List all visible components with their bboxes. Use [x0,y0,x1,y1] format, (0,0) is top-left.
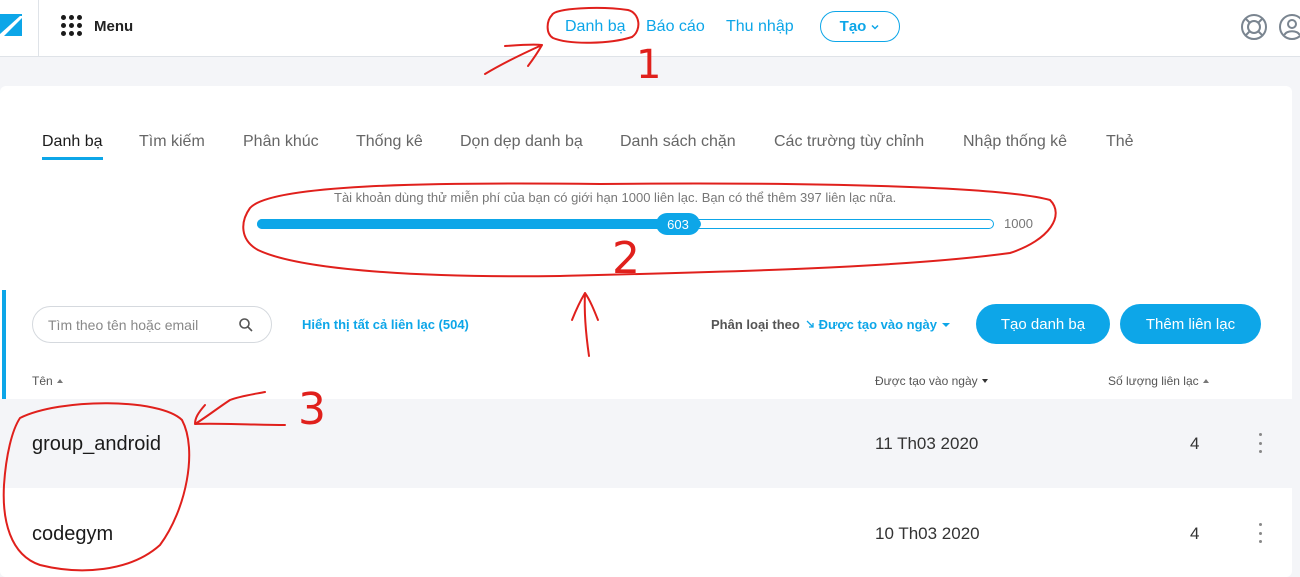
limit-notice: Tài khoản dùng thử miễn phí của bạn có g… [334,190,897,205]
progress-used-badge: 603 [656,213,700,235]
user-account-icon[interactable] [1278,13,1300,41]
tab-tags[interactable]: Thẻ [1106,133,1134,151]
caret-down-icon [941,323,950,327]
sort-up-icon [57,379,64,383]
divider [38,0,39,57]
progress-fill [257,219,701,229]
search-icon[interactable] [238,317,254,333]
active-tab-indicator [42,157,103,160]
nav-contacts[interactable]: Danh bạ [565,18,626,36]
help-lifebuoy-icon[interactable] [1240,13,1268,41]
create-dropdown-button[interactable]: Tạo [820,11,900,42]
tab-segments[interactable]: Phân khúc [243,133,319,151]
tab-statistics[interactable]: Thống kê [356,133,423,151]
row-menu-icon[interactable] [1255,523,1265,543]
show-all-contacts-link[interactable]: Hiển thị tất cả liên lạc (504) [302,317,469,332]
column-header-label: Được tạo vào ngày [875,374,978,388]
apps-grid-icon[interactable] [61,15,82,36]
top-bar: Menu Danh bạ Báo cáo Thu nhập Tạo [0,0,1300,57]
sort-dropdown[interactable]: Được tạo vào ngày [806,317,951,332]
create-list-button[interactable]: Tạo danh bạ [976,304,1110,344]
list-created-date: 11 Th03 2020 [875,434,979,453]
sort-value: Được tạo vào ngày [818,317,937,332]
column-header-label: Tên [32,374,53,388]
list-contact-count: 4 [1190,524,1200,543]
sort-arrow-icon [806,320,814,328]
tab-custom-fields[interactable]: Các trường tùy chỉnh [774,133,924,151]
column-header-created-date[interactable]: Được tạo vào ngày [875,374,989,388]
list-name[interactable]: group_android [32,433,161,456]
column-header-name[interactable]: Tên [32,374,64,388]
tab-import-stats[interactable]: Nhập thống kê [963,133,1067,151]
tab-contacts[interactable]: Danh bạ [42,133,103,151]
list-name[interactable]: codegym [32,523,113,546]
column-header-label: Số lượng liên lạc [1108,374,1199,388]
nav-reports[interactable]: Báo cáo [646,18,705,36]
chevron-down-icon [871,24,879,30]
sort-down-icon [981,379,988,383]
brand-logo-icon[interactable] [0,14,22,36]
sort-up-icon [1202,379,1209,383]
tab-blocklist[interactable]: Danh sách chặn [620,133,736,151]
column-header-contact-count[interactable]: Số lượng liên lạc [1108,374,1210,388]
tab-cleanup[interactable]: Dọn dẹp danh bạ [460,133,583,151]
progress-max-label: 1000 [1004,216,1033,231]
search-input[interactable] [48,315,238,335]
nav-income[interactable]: Thu nhập [726,18,794,36]
search-box[interactable] [32,306,272,343]
table-row[interactable]: codegym 10 Th03 2020 4 [0,488,1292,577]
list-created-date: 10 Th03 2020 [875,524,980,543]
sort-label: Phân loại theo [711,317,800,332]
list-contact-count: 4 [1190,434,1200,453]
row-menu-icon[interactable] [1255,433,1265,453]
add-contact-button[interactable]: Thêm liên lạc [1120,304,1261,344]
create-label: Tạo [839,18,867,35]
tab-search[interactable]: Tìm kiếm [139,133,205,151]
table-row[interactable]: group_android 11 Th03 2020 4 [0,399,1292,488]
menu-label[interactable]: Menu [94,18,133,35]
